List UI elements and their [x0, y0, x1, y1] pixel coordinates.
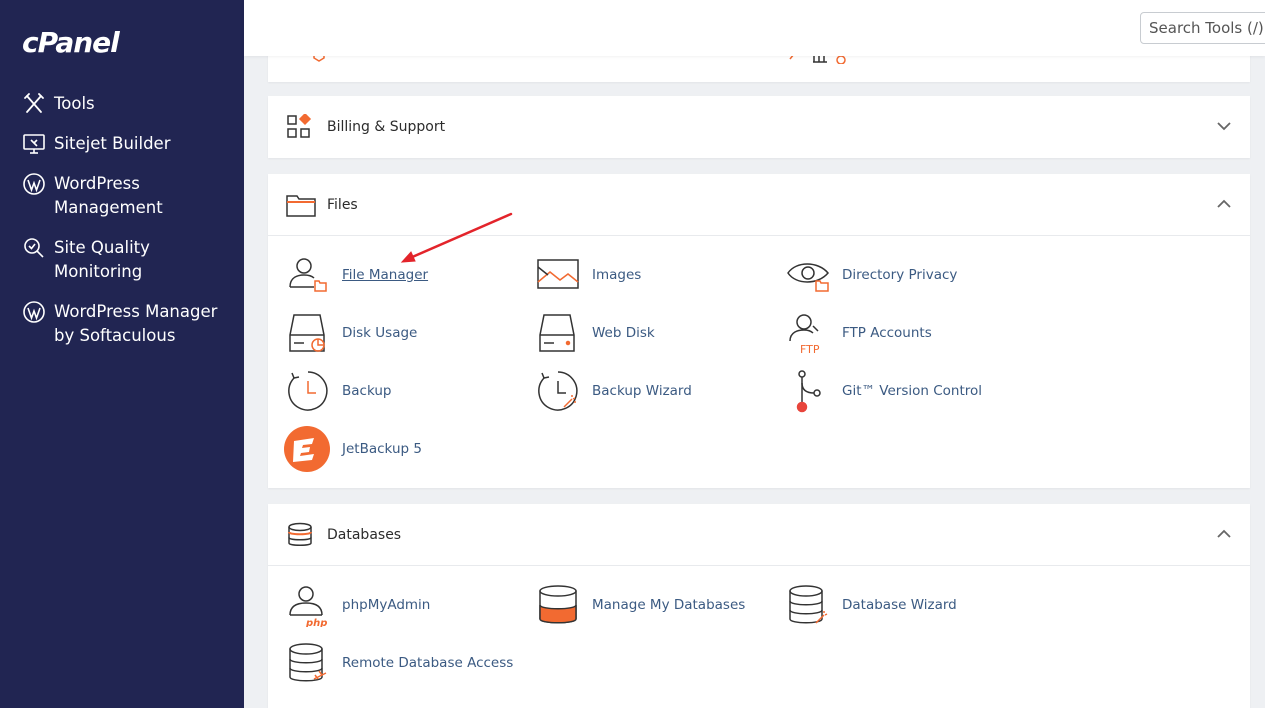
- tool-jetbackup[interactable]: JetBackup 5: [284, 426, 422, 472]
- files-panel: Files File Manager Images Directory Priv…: [268, 174, 1250, 488]
- svg-text:php: php: [305, 618, 327, 627]
- sidebar: cPanel Tools Sitejet Builder WordPress M…: [0, 0, 244, 708]
- sidebar-item-wordpress-manager[interactable]: WordPress Manager by Softaculous: [22, 300, 237, 348]
- sidebar-item-label: Sitejet Builder: [54, 134, 171, 153]
- wordpress-icon: [23, 173, 45, 195]
- sidebar-item-label: Site Quality Monitoring: [54, 238, 150, 281]
- section-title: Databases: [327, 527, 402, 543]
- database-icon: [288, 522, 312, 546]
- sidebar-item-label: WordPress Management: [54, 174, 163, 217]
- tool-manage-my-databases[interactable]: Manage My Databases: [536, 583, 745, 627]
- wordpress-icon: [23, 301, 45, 323]
- files-header[interactable]: Files: [268, 174, 1250, 236]
- sitejet-icon: [23, 134, 45, 154]
- chevron-up-icon[interactable]: [1216, 526, 1232, 542]
- tool-label: Remote Database Access: [342, 655, 514, 671]
- backup-icon: [288, 371, 328, 411]
- tool-backup-wizard[interactable]: Backup Wizard: [536, 369, 692, 413]
- tool-remote-database-access[interactable]: Remote Database Access: [286, 641, 513, 685]
- billing-icon: [287, 114, 312, 138]
- main-content: Billing & Support Files File Manager Ima…: [244, 0, 1265, 708]
- database-wizard-icon: [789, 585, 828, 624]
- search-input[interactable]: Search Tools (/): [1140, 12, 1265, 44]
- tool-file-manager[interactable]: File Manager: [286, 253, 428, 297]
- file-manager-icon: [289, 258, 327, 292]
- sidebar-item-label: Tools: [54, 94, 95, 113]
- ftp-accounts-icon: FTP: [789, 314, 820, 355]
- tool-label: Web Disk: [592, 325, 655, 341]
- tool-images[interactable]: Images: [536, 253, 641, 297]
- backup-wizard-icon: [538, 371, 578, 411]
- svg-text:FTP: FTP: [800, 343, 820, 355]
- git-icon: [796, 370, 821, 413]
- chevron-down-icon[interactable]: [1216, 118, 1232, 134]
- tool-directory-privacy[interactable]: Directory Privacy: [786, 253, 957, 297]
- databases-header[interactable]: Databases: [268, 504, 1250, 566]
- images-icon: [537, 259, 579, 289]
- sidebar-item-tools[interactable]: Tools: [22, 92, 237, 116]
- tool-web-disk[interactable]: Web Disk: [536, 311, 655, 355]
- tool-label: Disk Usage: [342, 325, 418, 341]
- tool-phpmyadmin[interactable]: php phpMyAdmin: [286, 583, 430, 627]
- sidebar-item-label: WordPress Manager by Softaculous: [54, 302, 218, 345]
- tool-label: phpMyAdmin: [342, 597, 431, 613]
- sidebar-item-sitejet[interactable]: Sitejet Builder: [22, 132, 237, 156]
- tool-label: Directory Privacy: [842, 267, 958, 283]
- tool-backup[interactable]: Backup: [286, 369, 392, 413]
- chevron-up-icon[interactable]: [1216, 196, 1232, 212]
- billing-support-panel: Billing & Support: [268, 96, 1250, 158]
- phpmyadmin-icon: php: [289, 586, 327, 627]
- manage-databases-icon: [539, 585, 577, 624]
- cpanel-logo[interactable]: cPanel: [22, 26, 120, 59]
- web-disk-icon: [539, 314, 575, 352]
- tool-label: Git™ Version Control: [842, 383, 983, 399]
- tool-database-wizard[interactable]: Database Wizard: [786, 583, 957, 627]
- tool-label: Backup Wizard: [592, 383, 692, 399]
- sidebar-nav: Tools Sitejet Builder WordPress Manageme…: [22, 92, 237, 364]
- section-title: Files: [327, 197, 358, 213]
- databases-panel: Databases php phpMyAdmin Manage My Datab…: [268, 504, 1250, 708]
- disk-usage-icon: [289, 314, 325, 352]
- tool-label: File Manager: [342, 267, 429, 283]
- tool-label: Backup: [342, 383, 392, 399]
- site-quality-icon: [24, 238, 44, 258]
- tool-git[interactable]: Git™ Version Control: [786, 369, 982, 413]
- tool-label: Database Wizard: [842, 597, 957, 613]
- sidebar-item-wordpress-management[interactable]: WordPress Management: [22, 172, 237, 220]
- tool-label: JetBackup 5: [342, 441, 422, 457]
- folder-icon: [286, 195, 316, 217]
- tool-ftp-accounts[interactable]: FTP FTP Accounts: [786, 311, 932, 355]
- sidebar-item-site-quality[interactable]: Site Quality Monitoring: [22, 236, 237, 284]
- top-header: Search Tools (/): [244, 0, 1265, 56]
- directory-privacy-icon: [787, 263, 829, 292]
- tools-icon: [24, 93, 44, 113]
- remote-database-icon: [289, 643, 327, 682]
- tool-label: Images: [592, 267, 642, 283]
- tool-disk-usage[interactable]: Disk Usage: [286, 311, 417, 355]
- section-title: Billing & Support: [327, 119, 446, 135]
- tool-label: Manage My Databases: [592, 597, 746, 613]
- tool-label: FTP Accounts: [842, 325, 932, 341]
- billing-support-header[interactable]: Billing & Support: [268, 96, 1250, 158]
- jetbackup-icon: [284, 426, 330, 472]
